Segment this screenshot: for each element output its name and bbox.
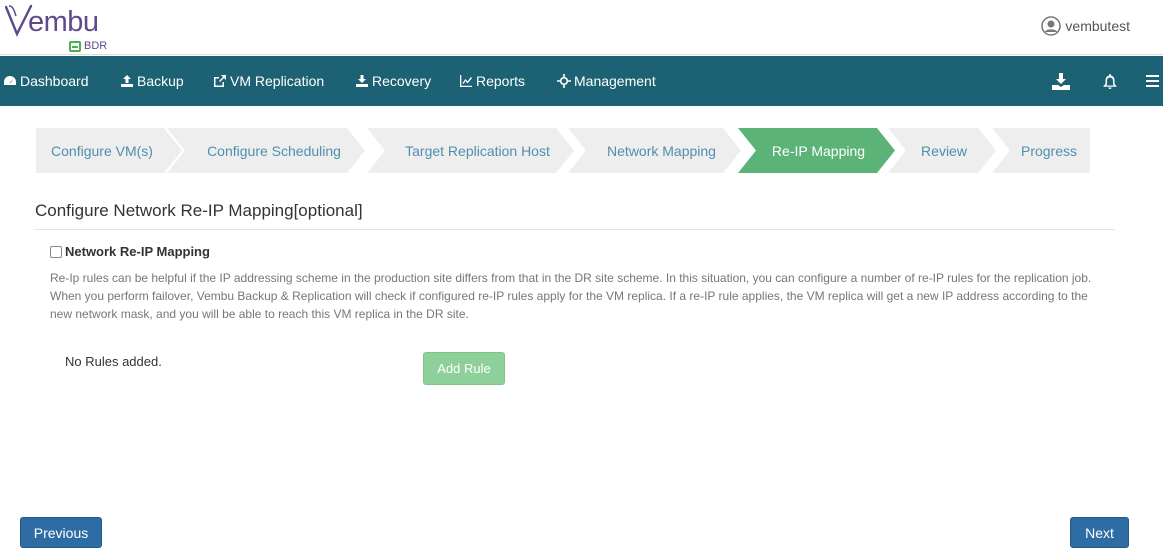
- step-label: Configure Scheduling: [207, 142, 341, 159]
- bdr-icon: [69, 40, 81, 52]
- re-ip-mapping-checkbox[interactable]: [50, 245, 62, 258]
- re-ip-mapping-toggle: Network Re-IP Mapping: [50, 244, 210, 259]
- nav-management-label: Management: [574, 73, 656, 89]
- share-icon: [214, 75, 226, 87]
- title-divider: [34, 229, 1115, 230]
- dashboard-icon: [4, 76, 16, 85]
- nav-backup-label: Backup: [137, 73, 184, 89]
- logo-product: BDR: [69, 40, 107, 52]
- nav-vm-replication[interactable]: VM Replication: [213, 56, 324, 106]
- user-avatar-icon: [1041, 16, 1062, 36]
- step-configure-vms[interactable]: Configure VM(s): [36, 128, 182, 173]
- nav-recovery-label: Recovery: [372, 73, 432, 89]
- notifications-button[interactable]: [1103, 56, 1117, 106]
- logo-text: embu: [28, 6, 99, 38]
- nav-vm-replication-label: VM Replication: [230, 73, 325, 89]
- app-header: embu BDR vembutest: [0, 0, 1163, 55]
- main-nav: Dashboard Backup VM Replication Recovery…: [0, 56, 1163, 106]
- step-label: Review: [921, 142, 967, 159]
- upload-icon: [121, 75, 133, 87]
- no-rules-message: No Rules added.: [65, 354, 162, 369]
- nav-reports[interactable]: Reports: [459, 56, 525, 106]
- menu-button[interactable]: [1146, 56, 1159, 106]
- step-progress[interactable]: Progress: [992, 128, 1090, 173]
- step-network-mapping[interactable]: Network Mapping: [568, 128, 741, 173]
- download-tray-button[interactable]: [1052, 56, 1070, 106]
- page-title: Configure Network Re-IP Mapping[optional…: [35, 201, 363, 220]
- wizard-steps: Configure VM(s) Configure Scheduling Tar…: [36, 128, 1090, 173]
- bell-icon: [1103, 73, 1117, 89]
- add-rule-button[interactable]: Add Rule: [423, 352, 505, 385]
- re-ip-mapping-checkbox-label[interactable]: Network Re-IP Mapping: [65, 244, 210, 259]
- step-configure-scheduling[interactable]: Configure Scheduling: [167, 128, 365, 173]
- crosshair-icon: [557, 74, 571, 88]
- nav-dashboard[interactable]: Dashboard: [3, 56, 89, 106]
- step-target-replication-host[interactable]: Target Replication Host: [367, 128, 574, 173]
- nav-recovery[interactable]: Recovery: [355, 56, 431, 106]
- vembu-logo[interactable]: embu BDR: [5, 4, 115, 54]
- nav-dashboard-label: Dashboard: [20, 73, 89, 89]
- download-tray-icon: [1052, 72, 1070, 90]
- step-review[interactable]: Review: [888, 128, 996, 173]
- nav-backup[interactable]: Backup: [120, 56, 184, 106]
- step-label: Progress: [1020, 142, 1078, 159]
- previous-button[interactable]: Previous: [20, 517, 102, 548]
- nav-reports-label: Reports: [476, 73, 526, 89]
- nav-management[interactable]: Management: [557, 56, 656, 106]
- step-label: Re-IP Mapping: [771, 142, 866, 159]
- menu-icon: [1146, 75, 1159, 87]
- next-button[interactable]: Next: [1070, 517, 1129, 548]
- step-label: Network Mapping: [607, 142, 716, 159]
- username: vembutest: [1065, 18, 1130, 34]
- step-label: Configure VM(s): [51, 142, 153, 159]
- logo-product-text: BDR: [84, 40, 108, 52]
- step-re-ip-mapping[interactable]: Re-IP Mapping: [738, 128, 895, 173]
- chart-icon: [460, 75, 472, 87]
- step-label: Target Replication Host: [405, 142, 550, 159]
- user-menu[interactable]: vembutest: [1041, 16, 1130, 36]
- download-icon: [356, 75, 368, 87]
- re-ip-description: Re-Ip rules can be helpful if the IP add…: [50, 271, 1092, 321]
